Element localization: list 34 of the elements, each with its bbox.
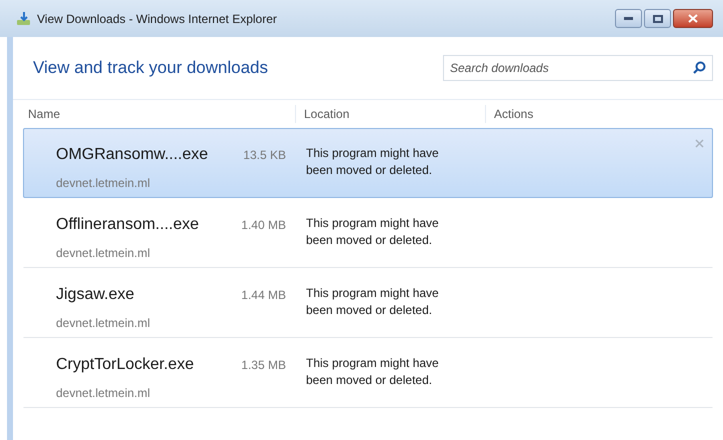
close-icon [688, 14, 698, 23]
file-name: Jigsaw.exe [56, 285, 134, 305]
download-row[interactable]: Offlineransom....exe 1.40 MB devnet.letmein.ml This program might have been moved or deleted. [23, 198, 713, 268]
download-row[interactable]: OMGRansomw....exe 13.5 KB devnet.letmein.ml This program might have been moved or deleted. [23, 128, 713, 198]
file-size: 1.35 MB [241, 357, 286, 374]
download-row[interactable]: CryptTorLocker.exe 1.35 MB devnet.letmein.ml This program might have been moved or deleted. [23, 338, 713, 408]
location-text: This program might have been moved or deleted. [306, 215, 440, 249]
download-row[interactable]: Jigsaw.exe 1.44 MB devnet.letmein.ml This program might have been moved or deleted. [23, 268, 713, 338]
maximize-icon [652, 14, 662, 22]
location-text: This program might have been moved or deleted. [306, 285, 440, 319]
close-button[interactable] [673, 9, 713, 28]
file-name: Offlineransom....exe [56, 215, 199, 235]
location-text: This program might have been moved or deleted. [306, 145, 440, 179]
source-url: devnet.letmein.ml [56, 175, 152, 192]
source-url: devnet.letmein.ml [56, 245, 152, 262]
file-size: 1.44 MB [241, 287, 286, 304]
location-text: This program might have been moved or deleted. [306, 355, 440, 389]
file-name: CryptTorLocker.exe [56, 355, 194, 375]
maximize-button[interactable] [644, 9, 671, 28]
minimize-icon [624, 17, 633, 20]
file-size: 13.5 KB [243, 147, 286, 164]
column-header: Actions [485, 105, 534, 123]
download-icon [16, 10, 32, 26]
source-url: devnet.letmein.ml [56, 385, 152, 402]
search-icon[interactable] [693, 61, 706, 74]
page-heading: View and track your downloads [33, 57, 268, 80]
column-header: Location [295, 105, 485, 123]
column-header: Name [27, 106, 62, 123]
search-field[interactable]: Search downloads [443, 55, 713, 81]
file-size: 1.40 MB [241, 217, 286, 234]
minimize-button[interactable] [615, 9, 642, 28]
source-url: devnet.letmein.ml [56, 315, 152, 332]
file-name: OMGRansomw....exe [56, 145, 208, 165]
window-title: View Downloads - Windows Internet Explorer [37, 10, 277, 28]
